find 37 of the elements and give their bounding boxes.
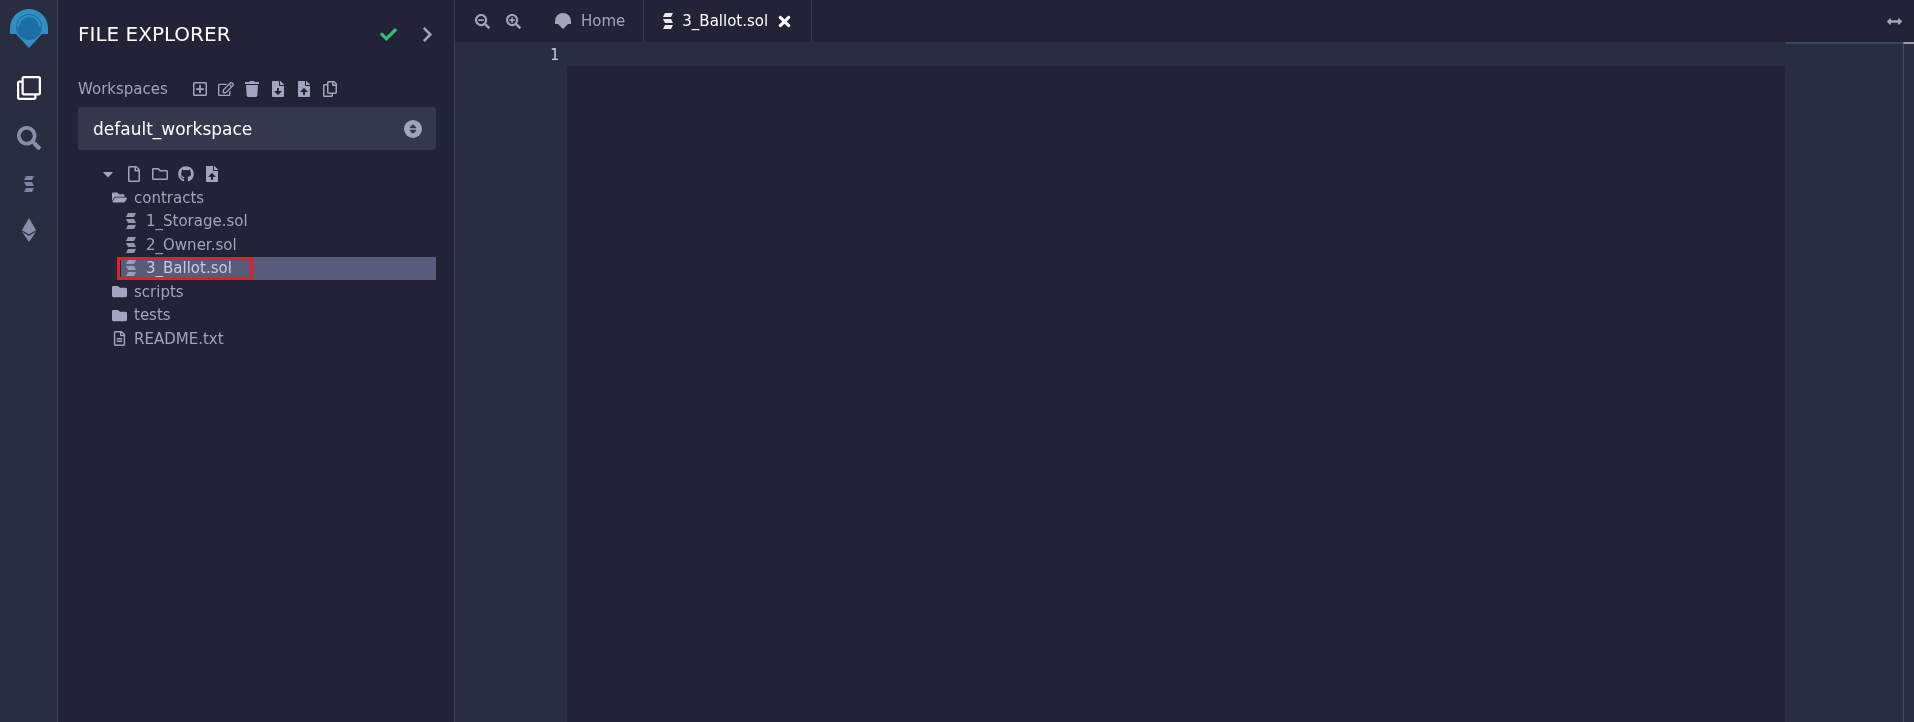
solidity-icon[interactable] [22, 176, 35, 192]
new-file-icon[interactable] [126, 166, 142, 182]
upload-icon[interactable] [204, 166, 220, 182]
file-tree-item[interactable]: 2_Owner.sol [121, 233, 436, 257]
file-name: scripts [134, 282, 184, 301]
file-name: README.txt [134, 329, 224, 348]
trash-icon[interactable] [243, 81, 260, 97]
file-tree-item[interactable]: contracts [111, 186, 436, 210]
file-name: 3_Ballot.sol [146, 259, 232, 278]
upload-icon[interactable] [295, 81, 312, 97]
edit-icon[interactable] [217, 81, 234, 97]
workspace-select[interactable]: default_workspace [78, 107, 436, 150]
line-number: 1 [549, 46, 559, 64]
workspaces-label: Workspaces [78, 80, 168, 98]
files-icon[interactable] [16, 76, 41, 100]
solidity-icon [662, 13, 675, 29]
panel-title: FILE EXPLORER [78, 22, 232, 46]
file-name: tests [134, 306, 171, 325]
file-name: contracts [134, 188, 205, 207]
solidity-icon [123, 260, 139, 277]
solidity-icon [123, 236, 139, 253]
check-icon [380, 25, 397, 43]
file-icon [111, 331, 127, 347]
scrollbar[interactable] [1903, 42, 1914, 722]
file-tree-item[interactable]: tests [111, 303, 436, 327]
download-icon[interactable] [269, 81, 286, 97]
new-folder-icon[interactable] [152, 166, 168, 182]
github-icon[interactable] [178, 166, 194, 182]
file-tree-item[interactable]: 1_Storage.sol [121, 209, 436, 233]
search-icon[interactable] [16, 126, 41, 150]
solidity-icon [123, 213, 139, 230]
file-tree-item[interactable]: README.txt [111, 327, 436, 351]
file-name: 1_Storage.sol [146, 212, 248, 231]
file-tree-item[interactable]: scripts [111, 280, 436, 304]
copy-icon[interactable] [321, 81, 338, 97]
file-name: 2_Owner.sol [146, 235, 237, 254]
sort-icon [404, 119, 422, 138]
